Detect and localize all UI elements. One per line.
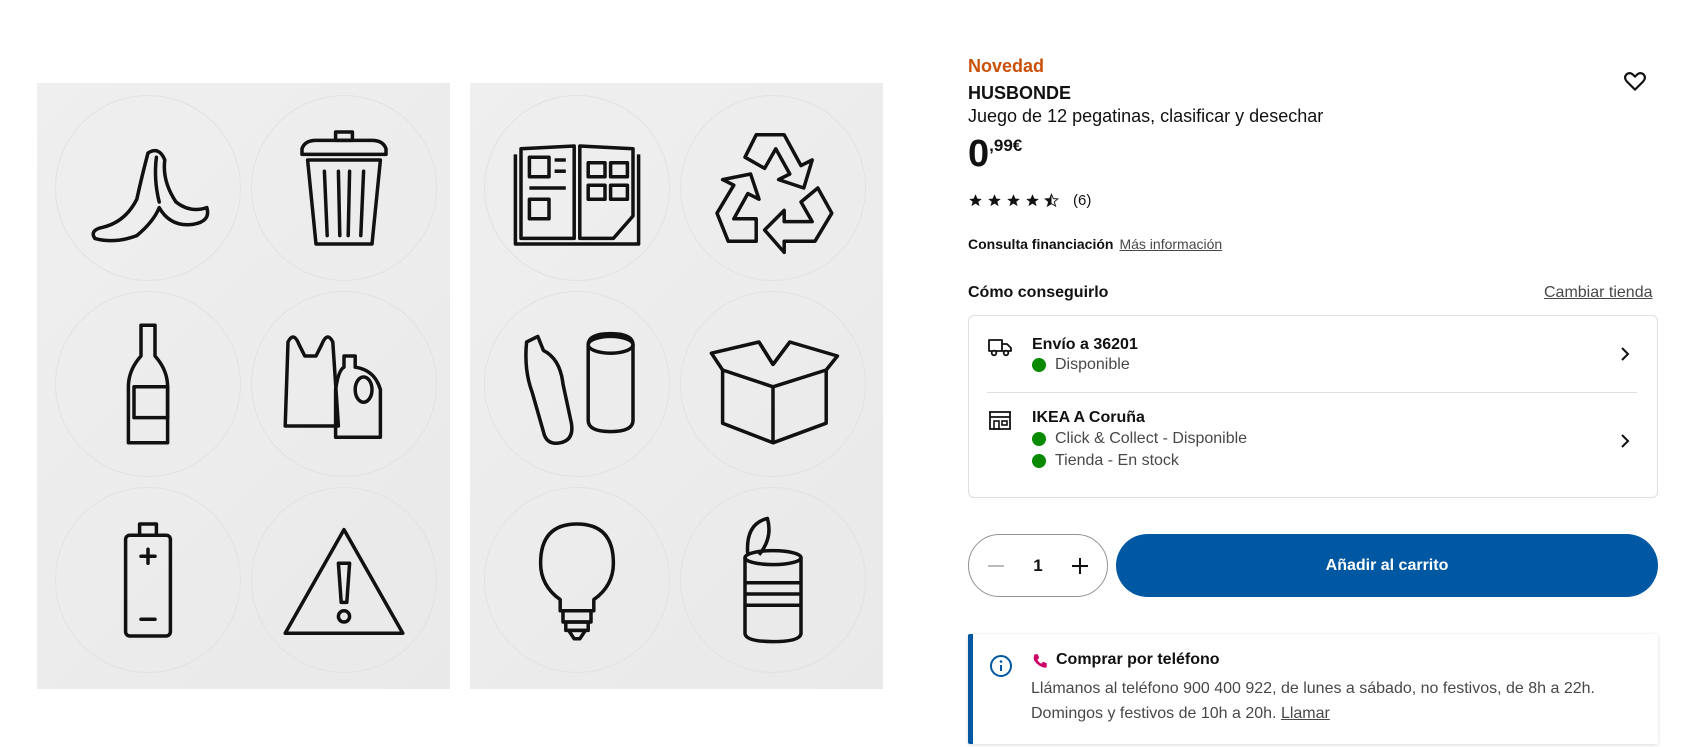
trash-bin-icon xyxy=(251,95,437,281)
plastic-bottle-can-icon xyxy=(484,291,670,477)
delivery-status: Disponible xyxy=(1032,356,1130,374)
light-bulb-icon xyxy=(484,487,670,673)
phone-text: Llámanos al teléfono 900 400 922, de lun… xyxy=(1031,676,1651,726)
plastic-bag-bottle-icon xyxy=(251,291,437,477)
newspaper-icon xyxy=(484,95,670,281)
phone-order-banner: Comprar por teléfono Llámanos al teléfon… xyxy=(968,634,1658,744)
add-to-cart-button[interactable]: Añadir al carrito xyxy=(1116,534,1658,597)
info-icon xyxy=(990,655,1012,677)
rating-count: (6) xyxy=(1073,192,1092,209)
phone-icon xyxy=(1033,654,1047,668)
store-icon xyxy=(989,411,1011,430)
delivery-title: Envío a 36201 xyxy=(1032,336,1138,353)
quantity-stepper: 1 xyxy=(968,534,1108,597)
availability-box: Envío a 36201 Disponible IKEA A Coruña C… xyxy=(968,315,1658,498)
price-decimal: ,99€ xyxy=(989,136,1023,155)
click-collect-text: Click & Collect - Disponible xyxy=(1055,430,1248,447)
price-integer: 0 xyxy=(968,133,990,175)
new-badge: Novedad xyxy=(968,56,1045,76)
plus-icon xyxy=(1072,557,1088,574)
status-dot xyxy=(1032,358,1046,372)
product-name: HUSBONDE xyxy=(968,83,1072,103)
warning-triangle-icon xyxy=(251,487,437,673)
rating[interactable]: (6) xyxy=(968,192,1091,209)
in-store-text: Tienda - En stock xyxy=(1055,452,1179,469)
store-title: IKEA A Coruña xyxy=(1032,409,1145,426)
quantity-value[interactable]: 1 xyxy=(1033,556,1042,576)
glass-bottle-icon xyxy=(55,291,241,477)
store-row[interactable]: IKEA A Coruña Click & Collect - Disponib… xyxy=(969,393,1657,499)
chevron-right-icon xyxy=(1621,347,1630,361)
truck-icon xyxy=(988,339,1012,357)
click-collect-status: Click & Collect - Disponible xyxy=(1032,430,1247,448)
half-star-icon xyxy=(1044,193,1059,208)
call-link[interactable]: Llamar xyxy=(1281,705,1330,722)
financing-label: Consulta financiación xyxy=(968,236,1114,252)
chevron-right-icon xyxy=(1621,434,1630,448)
product-gallery xyxy=(37,83,883,689)
financing: Consulta financiación Más información xyxy=(968,236,1222,252)
delivery-status-text: Disponible xyxy=(1055,356,1130,373)
status-dot xyxy=(1032,432,1046,446)
sticker-sheet-right[interactable] xyxy=(470,83,883,689)
in-store-status: Tienda - En stock xyxy=(1032,452,1179,470)
increase-button[interactable] xyxy=(1068,554,1092,578)
battery-icon xyxy=(55,487,241,673)
decrease-button[interactable] xyxy=(984,554,1008,578)
product-description: Juego de 12 pegatinas, clasificar y dese… xyxy=(968,106,1324,126)
star-icon xyxy=(1026,194,1039,207)
delivery-row[interactable]: Envío a 36201 Disponible xyxy=(969,316,1657,392)
product-price: 0,99€ xyxy=(968,132,1022,176)
sticker-sheet-left[interactable] xyxy=(37,83,450,689)
cardboard-box-icon xyxy=(680,291,866,477)
star-icon xyxy=(1007,194,1020,207)
more-info-link[interactable]: Más información xyxy=(1119,236,1222,252)
tin-can-icon xyxy=(680,487,866,673)
how-to-get-heading: Cómo conseguirlo xyxy=(968,284,1109,301)
banana-peel-icon xyxy=(55,95,241,281)
change-store-link[interactable]: Cambiar tienda xyxy=(1544,284,1653,302)
heart-icon[interactable] xyxy=(1622,68,1648,94)
recycle-icon xyxy=(680,95,866,281)
minus-icon xyxy=(988,564,1004,567)
phone-title: Comprar por teléfono xyxy=(1056,651,1220,668)
status-dot xyxy=(1032,454,1046,468)
star-icon xyxy=(969,194,982,207)
star-icon xyxy=(988,194,1001,207)
